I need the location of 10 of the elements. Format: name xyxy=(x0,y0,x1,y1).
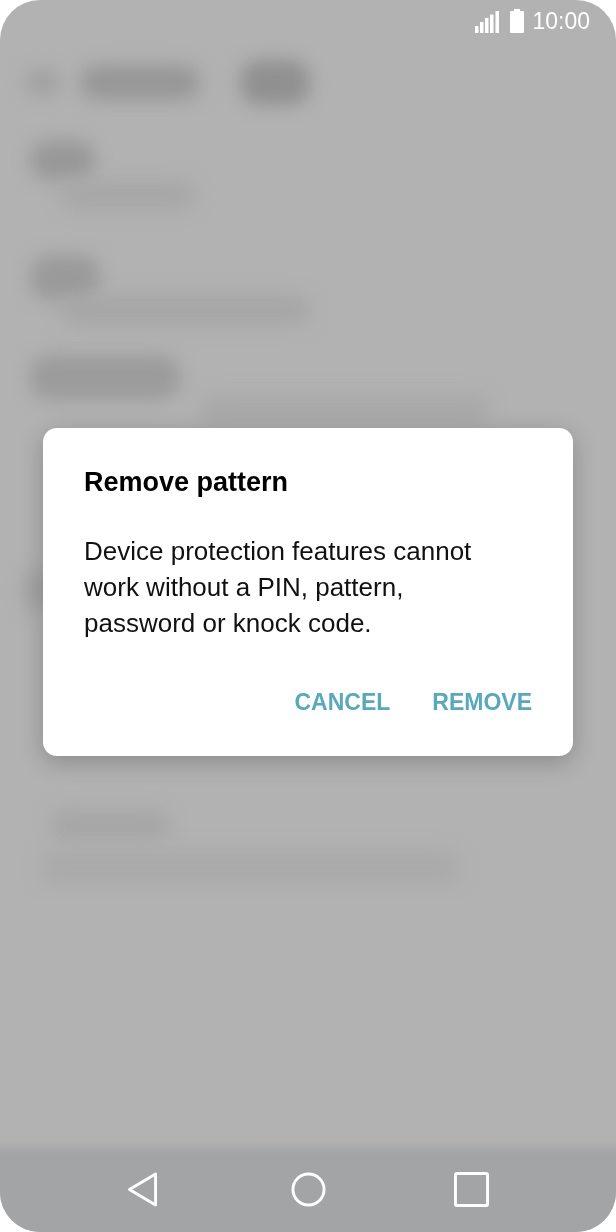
battery-icon xyxy=(510,9,525,33)
signal-icon xyxy=(475,10,500,33)
status-time: 10:00 xyxy=(532,7,590,35)
dialog-message: Device protection features cannot work without a PIN, pattern, password or knock code. xyxy=(84,535,473,640)
dialog-title: Remove pattern xyxy=(84,466,290,499)
dialog-button[interactable]: CANCEL xyxy=(286,678,399,726)
back-icon[interactable] xyxy=(126,1171,158,1207)
dialog-button[interactable]: REMOVE xyxy=(424,678,540,726)
home-icon[interactable] xyxy=(290,1171,326,1207)
recents-icon[interactable] xyxy=(453,1171,489,1207)
